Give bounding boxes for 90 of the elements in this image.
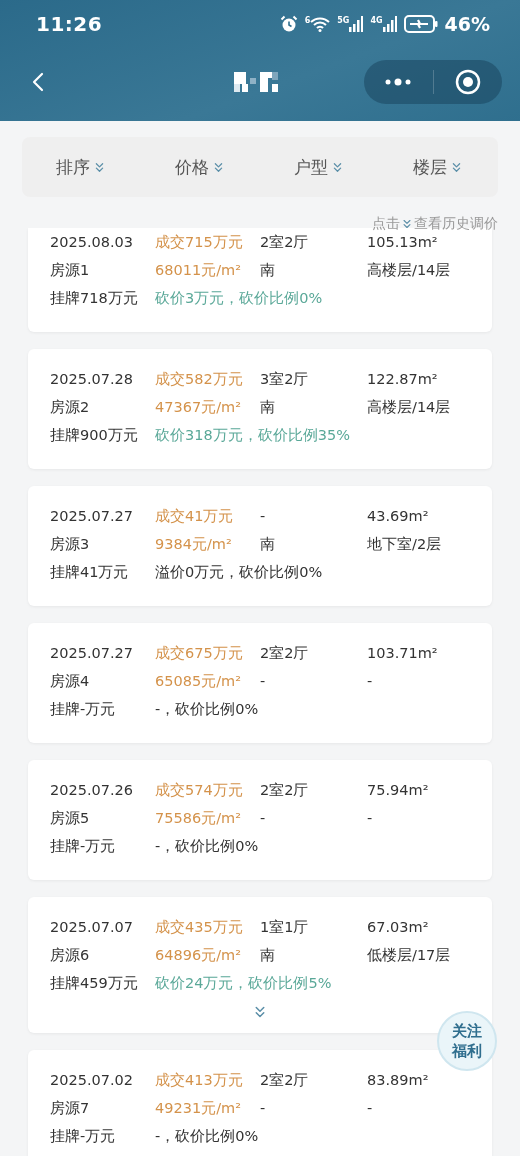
listing-price: 挂牌41万元	[50, 562, 130, 582]
filter-dropdown[interactable]: 户型	[288, 151, 351, 183]
listing-price: 挂牌459万元	[50, 973, 139, 993]
filter-dropdown[interactable]: 楼层	[407, 151, 470, 183]
floor-level: 高楼层/14层	[367, 397, 452, 417]
deal-price: 成交675万元	[155, 643, 244, 663]
price-cut-note: -，砍价比例0%	[155, 699, 260, 719]
floor-area: 83.89m²	[367, 1072, 492, 1088]
unit-price: 47367元/m²	[155, 397, 242, 417]
deal-price: 成交435万元	[155, 917, 244, 937]
alarm-icon	[279, 15, 298, 33]
unit-price: 49231元/m²	[155, 1098, 242, 1118]
orientation: 南	[260, 397, 276, 417]
price-cut-note: 砍价3万元，砍价比例0%	[155, 288, 324, 308]
orientation: -	[260, 673, 267, 689]
hint-text: 查看历史调价	[414, 215, 498, 233]
listing-price: 挂牌718万元	[50, 288, 139, 308]
deal-date: 2025.07.26	[50, 782, 135, 798]
deal-date: 2025.08.03	[50, 234, 135, 250]
deal-date: 2025.07.28	[50, 371, 135, 387]
floor-area: 43.69m²	[367, 508, 492, 524]
listing-price: 挂牌-万元	[50, 1126, 117, 1146]
listing-price: 挂牌-万元	[50, 699, 117, 719]
floor-area: 67.03m²	[367, 919, 492, 935]
listing-source: 房源3	[50, 534, 91, 554]
price-cut-note: 砍价24万元，砍价比例5%	[155, 973, 333, 993]
listing-source: 房源6	[50, 945, 91, 965]
network-label: 5G	[337, 16, 350, 25]
signal-icon	[382, 16, 397, 32]
battery-percent: 46%	[444, 13, 490, 35]
floor-level: -	[367, 673, 374, 689]
room-layout: -	[260, 508, 267, 524]
orientation: -	[260, 810, 267, 826]
unit-price: 64896元/m²	[155, 945, 242, 965]
deal-price: 成交715万元	[155, 232, 244, 252]
orientation: -	[260, 1100, 267, 1116]
room-layout: 2室2厅	[260, 232, 310, 252]
room-layout: 2室2厅	[260, 780, 310, 800]
hint-text: 点击	[372, 215, 400, 233]
deal-price: 成交413万元	[155, 1070, 244, 1090]
pixelated-logo-icon	[234, 71, 280, 92]
deal-price: 成交41万元	[155, 506, 235, 526]
deal-date: 2025.07.27	[50, 508, 135, 524]
orientation: 南	[260, 945, 276, 965]
network-label: 4G	[370, 16, 383, 25]
wifi-label: 6	[304, 16, 311, 25]
price-cut-note: -，砍价比例0%	[155, 1126, 260, 1146]
orientation: 南	[260, 260, 276, 280]
floor-level: 低楼层/17层	[367, 945, 452, 965]
unit-price: 65085元/m²	[155, 671, 242, 691]
floor-level: -	[367, 810, 374, 826]
double-chevron-icon	[400, 217, 414, 231]
deal-price: 成交574万元	[155, 780, 244, 800]
listing-source: 房源7	[50, 1098, 91, 1118]
battery-charging-icon	[403, 15, 438, 33]
filter-dropdown[interactable]: 排序	[50, 151, 113, 183]
deal-date: 2025.07.27	[50, 645, 135, 661]
deal-date: 2025.07.07	[50, 919, 135, 935]
unit-price: 9384元/m²	[155, 534, 233, 554]
status-time: 11:26	[36, 12, 103, 36]
listing-source: 房源1	[50, 260, 91, 280]
room-layout: 1室1厅	[260, 917, 310, 937]
room-layout: 3室2厅	[260, 369, 310, 389]
listing-source: 房源2	[50, 397, 91, 417]
more-dots-icon	[384, 77, 413, 86]
signal-icon	[349, 16, 364, 32]
filter-dropdown[interactable]: 价格	[169, 151, 232, 183]
deal-price: 成交582万元	[155, 369, 244, 389]
floor-area: 75.94m²	[367, 782, 492, 798]
wifi-icon	[310, 16, 331, 32]
floor-area: 103.71m²	[367, 645, 492, 661]
listing-source: 房源4	[50, 671, 91, 691]
unit-price: 75586元/m²	[155, 808, 242, 828]
listing-price: 挂牌900万元	[50, 425, 139, 445]
floor-level: -	[367, 1100, 374, 1116]
floor-level: 高楼层/14层	[367, 260, 452, 280]
listing-source: 房源5	[50, 808, 91, 828]
room-layout: 2室2厅	[260, 643, 310, 663]
floor-level: 地下室/2层	[367, 534, 443, 554]
listing-price: 挂牌-万元	[50, 836, 117, 856]
room-layout: 2室2厅	[260, 1070, 310, 1090]
target-circle-icon	[454, 68, 481, 95]
deal-date: 2025.07.02	[50, 1072, 135, 1088]
floor-area: 105.13m²	[367, 234, 492, 250]
floor-area: 122.87m²	[367, 371, 492, 387]
price-cut-note: 溢价0万元，砍价比例0%	[155, 562, 324, 582]
price-cut-note: -，砍价比例0%	[155, 836, 260, 856]
price-cut-note: 砍价318万元，砍价比例35%	[155, 425, 351, 445]
orientation: 南	[260, 534, 276, 554]
unit-price: 68011元/m²	[155, 260, 242, 280]
